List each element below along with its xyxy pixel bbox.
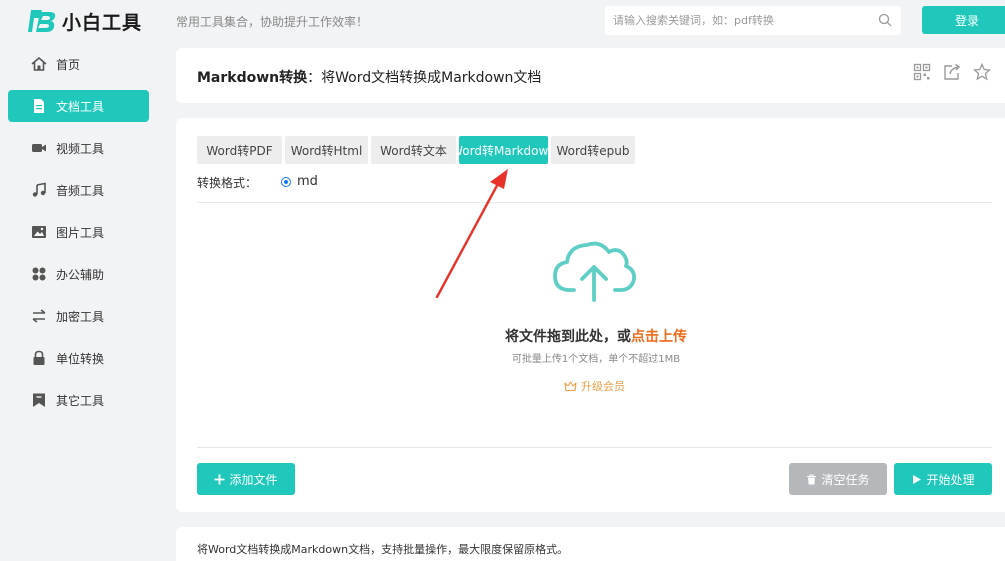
sidebar-item-label: 首页 <box>56 58 81 72</box>
play-icon <box>913 474 922 484</box>
plus-icon <box>214 474 225 484</box>
divider <box>197 202 992 203</box>
upgrade-label: 升级会员 <box>581 380 625 393</box>
sidebar-item-label: 其它工具 <box>56 394 105 408</box>
crown-icon <box>564 380 577 391</box>
logo-mark-icon <box>28 10 56 32</box>
start-processing-label: 开始处理 <box>926 472 975 487</box>
video-icon <box>32 144 46 152</box>
music-icon <box>32 182 46 197</box>
sidebar-item-other[interactable]: 其它工具 <box>8 384 149 416</box>
format-row: 转换格式： md <box>197 173 318 191</box>
lock-icon <box>33 350 45 365</box>
drop-hint-text: 将文件拖到此处，或 <box>505 329 631 345</box>
tab-word-to-epub[interactable]: Word转epub <box>551 136 635 164</box>
divider <box>197 447 992 448</box>
swap-icon <box>32 309 46 323</box>
sidebar-item-video[interactable]: 视频工具 <box>8 132 149 164</box>
bookmark-icon <box>33 393 45 407</box>
description-text: 将Word文档转换成Markdown文档，支持批量操作，最大限度保留原格式。 <box>197 543 569 556</box>
tab-word-to-html[interactable]: Word转Html <box>285 136 368 164</box>
tab-word-to-pdf[interactable]: Word转PDF <box>197 136 282 164</box>
search-box <box>605 6 901 35</box>
annotation-arrow-icon <box>435 169 508 299</box>
format-radio-md[interactable] <box>281 177 291 187</box>
conversion-tabs: Word转PDF Word转Html Word转文本 Word转Markdown… <box>197 136 635 164</box>
brand-name: 小白工具 <box>62 11 143 34</box>
document-icon <box>34 99 44 113</box>
sidebar-item-units[interactable]: 单位转换 <box>8 342 149 374</box>
upgrade-vip-link[interactable]: 升级会员 <box>564 378 625 394</box>
login-button[interactable]: 登录 <box>922 6 1005 34</box>
page-title-bold: Markdown转换 <box>197 70 308 86</box>
share-icon[interactable] <box>943 63 961 81</box>
drop-hint: 将文件拖到此处，或点击上传 <box>176 326 1005 346</box>
clear-tasks-label: 清空任务 <box>821 472 870 487</box>
star-icon[interactable] <box>973 63 991 81</box>
title-toolbar <box>913 63 991 81</box>
sidebar-item-office[interactable]: 办公辅助 <box>8 258 149 290</box>
description-card: 将Word文档转换成Markdown文档，支持批量操作，最大限度保留原格式。 <box>176 527 1005 561</box>
sidebar-item-label: 加密工具 <box>56 310 105 324</box>
sidebar-item-label: 单位转换 <box>56 352 105 366</box>
format-value: md <box>297 174 318 189</box>
click-upload-link[interactable]: 点击上传 <box>631 329 687 345</box>
sidebar-item-label: 文档工具 <box>56 100 105 114</box>
qr-code-icon[interactable] <box>913 63 931 81</box>
image-icon <box>32 226 46 238</box>
sidebar-item-label: 图片工具 <box>56 226 105 240</box>
search-icon[interactable] <box>878 13 892 27</box>
sidebar-item-audio[interactable]: 音频工具 <box>8 174 149 206</box>
start-processing-button[interactable]: 开始处理 <box>894 463 992 495</box>
home-icon <box>31 56 47 71</box>
page-title: Markdown转换：将Word文档转换成Markdown文档 <box>197 67 541 87</box>
sidebar-item-documents[interactable]: 文档工具 <box>8 90 149 122</box>
page-title-rest: ：将Word文档转换成Markdown文档 <box>307 70 542 86</box>
page-title-card: Markdown转换：将Word文档转换成Markdown文档 <box>176 48 1005 103</box>
logo[interactable]: 小白工具 <box>28 4 142 38</box>
search-input[interactable] <box>605 6 865 35</box>
sidebar-item-label: 办公辅助 <box>56 268 105 282</box>
trash-icon <box>807 473 817 484</box>
sidebar-item-label: 视频工具 <box>56 142 105 156</box>
slogan: 常用工具集合，协助提升工作效率！ <box>176 15 369 29</box>
cloud-upload-icon <box>553 241 636 302</box>
top-header: 小白工具 常用工具集合，协助提升工作效率！ 登录 <box>0 0 1005 42</box>
add-file-label: 添加文件 <box>229 472 278 487</box>
sidebar-item-home[interactable]: 首页 <box>8 48 149 80</box>
sidebar-item-image[interactable]: 图片工具 <box>8 216 149 248</box>
converter-panel: Word转PDF Word转Html Word转文本 Word转Markdown… <box>176 118 1005 512</box>
upload-limit-text: 可批量上传1个文档，单个不超过1MB <box>511 354 681 365</box>
format-label: 转换格式： <box>197 175 258 190</box>
apps-icon <box>32 267 46 281</box>
sidebar-item-encryption[interactable]: 加密工具 <box>8 300 149 332</box>
clear-tasks-button[interactable]: 清空任务 <box>789 463 887 495</box>
add-file-button[interactable]: 添加文件 <box>197 463 295 495</box>
sidebar-item-label: 音频工具 <box>56 184 105 198</box>
